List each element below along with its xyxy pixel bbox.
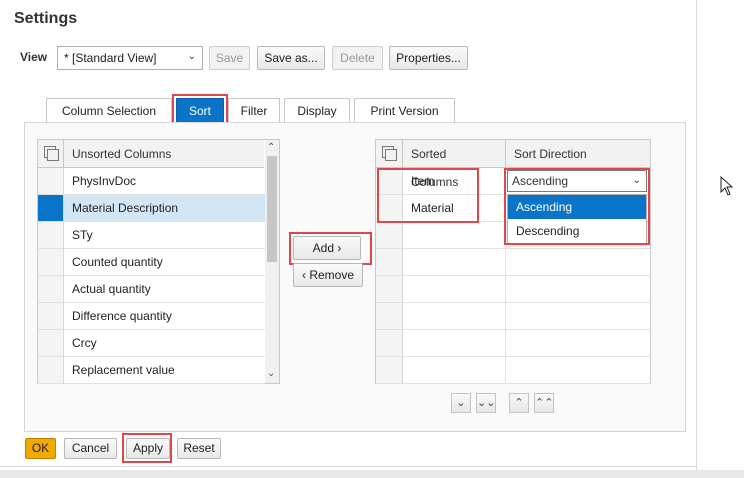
tab-filter[interactable]: Filter (228, 98, 280, 122)
row-selector[interactable] (38, 357, 64, 384)
mouse-cursor-icon (720, 176, 734, 196)
sorted-column-cell[interactable] (403, 330, 506, 357)
delete-button[interactable]: Delete (332, 46, 383, 70)
apply-button-highlight (122, 433, 172, 463)
chevron-down-icon: ⌄ (187, 51, 196, 62)
row-selector[interactable] (376, 276, 403, 303)
cancel-button[interactable]: Cancel (64, 438, 117, 459)
properties-button[interactable]: Properties... (389, 46, 468, 70)
sorted-column-cell[interactable] (403, 222, 506, 249)
save-as-button[interactable]: Save as... (257, 46, 325, 70)
sorted-column-cell[interactable] (403, 249, 506, 276)
tab-display[interactable]: Display (284, 98, 350, 122)
row-selector[interactable] (38, 222, 64, 249)
row-selector[interactable] (376, 303, 403, 330)
view-select[interactable]: * [Standard View] ⌄ (57, 46, 203, 70)
move-to-bottom-icon[interactable]: ⌄⌄ (476, 393, 496, 413)
list-item[interactable]: PhysInvDoc (64, 168, 265, 195)
ok-button[interactable]: OK (25, 438, 56, 459)
unsorted-columns-header: Unsorted Columns (64, 140, 264, 168)
row-selector[interactable] (38, 195, 64, 222)
row-selector[interactable] (376, 357, 403, 384)
sorted-columns-header: Sorted Columns (403, 140, 506, 189)
remove-button[interactable]: ‹ Remove (293, 263, 363, 287)
window-border-right (696, 0, 697, 478)
tab-print-version[interactable]: Print Version (354, 98, 455, 122)
sort-direction-cell[interactable] (506, 303, 650, 330)
sorted-columns-highlight (377, 168, 479, 223)
row-selector[interactable] (376, 249, 403, 276)
reset-button[interactable]: Reset (177, 438, 221, 459)
sort-direction-cell[interactable] (506, 330, 650, 357)
view-select-value: * [Standard View] (64, 51, 157, 65)
view-label: View (20, 50, 48, 64)
row-selector[interactable] (38, 330, 64, 357)
sorted-column-cell[interactable] (403, 357, 506, 384)
list-item[interactable]: STy (64, 222, 265, 249)
list-item[interactable]: Actual quantity (64, 276, 265, 303)
unsorted-scrollbar[interactable]: ⌃ ⌄ (265, 140, 279, 383)
list-item[interactable]: Replacement value (64, 357, 265, 384)
row-selector[interactable] (376, 330, 403, 357)
sort-direction-cell[interactable] (506, 357, 650, 384)
copy-icon-front (385, 149, 397, 161)
copy-icon-front (47, 149, 59, 161)
list-item[interactable]: Crcy (64, 330, 265, 357)
row-selector[interactable] (38, 249, 64, 276)
list-item[interactable]: Material Description (64, 195, 265, 222)
scroll-down-icon[interactable]: ⌄ (267, 368, 275, 379)
remove-button-label: Remove (309, 268, 355, 282)
sorted-column-cell[interactable] (403, 303, 506, 330)
sort-direction-cell[interactable] (506, 276, 650, 303)
row-selector[interactable] (38, 276, 64, 303)
move-down-icon[interactable]: ⌄ (451, 393, 471, 413)
window-border-bottom (0, 466, 697, 467)
sort-direction-highlight (504, 168, 650, 245)
scroll-up-icon[interactable]: ⌃ (267, 142, 275, 153)
sorted-select-all[interactable] (376, 140, 403, 168)
window-bottom-strip (0, 470, 744, 478)
save-button[interactable]: Save (209, 46, 250, 70)
sort-direction-header: Sort Direction (506, 140, 650, 168)
move-up-icon[interactable]: ⌃ (509, 393, 529, 413)
sort-direction-cell[interactable] (506, 249, 650, 276)
select-all-column[interactable] (38, 140, 64, 168)
add-button-highlight (289, 232, 372, 265)
row-selector[interactable] (38, 168, 64, 195)
dialog-title: Settings (14, 10, 78, 27)
scroll-thumb[interactable] (267, 156, 277, 262)
list-item[interactable]: Counted quantity (64, 249, 265, 276)
sorted-column-cell[interactable] (403, 276, 506, 303)
row-selector[interactable] (376, 222, 403, 249)
move-to-top-icon[interactable]: ⌃⌃ (534, 393, 554, 413)
row-selector[interactable] (38, 303, 64, 330)
unsorted-columns-table: Unsorted Columns PhysInvDoc Material Desc… (37, 139, 280, 384)
list-item[interactable]: Difference quantity (64, 303, 265, 330)
tab-column-selection[interactable]: Column Selection (46, 98, 172, 122)
chevron-left-icon: ‹ (301, 268, 306, 282)
